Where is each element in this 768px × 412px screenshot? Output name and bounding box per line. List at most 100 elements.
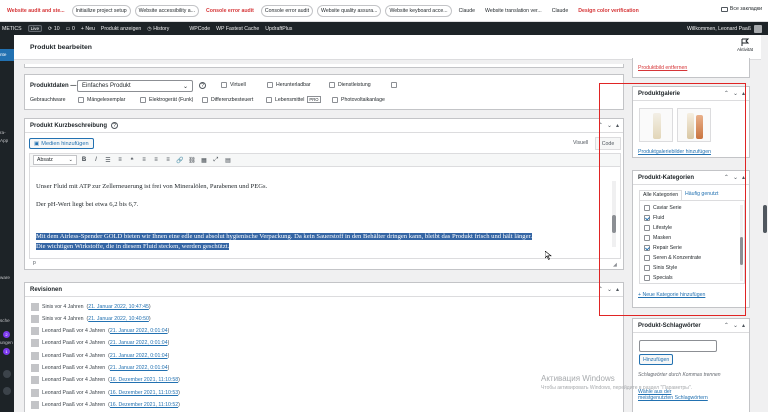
checkbox[interactable]	[140, 96, 146, 103]
option-differential-tax[interactable]: Differenzbesteuert	[202, 96, 266, 103]
panel-title: Revisionen	[30, 286, 63, 293]
page-header	[14, 35, 768, 60]
admin-menu-item[interactable]: sche	[0, 318, 14, 323]
admin-menu-item[interactable]: ra-	[0, 130, 14, 135]
fullscreen-icon[interactable]: ⤢	[211, 157, 221, 164]
link-icon[interactable]: 🔗	[175, 157, 185, 164]
align-center-icon[interactable]: ≡	[151, 157, 161, 163]
updraft-menu[interactable]: UpdraftPlus	[265, 26, 292, 32]
revision-date-link[interactable]: 21. Januar 2022, 0:01:04	[110, 365, 168, 371]
numbered-list-icon[interactable]: ≡	[115, 157, 125, 163]
checkbox[interactable]	[329, 82, 335, 88]
all-bookmarks-button[interactable]: Все закладки	[720, 6, 762, 12]
updates-icon[interactable]: ⟳ 10	[48, 26, 60, 32]
bookmark-item[interactable]: Console error audit	[260, 4, 314, 17]
bookmark-item[interactable]: Website audit and ste...	[4, 6, 68, 16]
format-select[interactable]: Absatz ⌄	[33, 155, 77, 165]
admin-menu-item-active[interactable]: nte	[0, 49, 14, 61]
toggle-arrow-icon[interactable]: ▴	[742, 322, 745, 329]
option-radio-device[interactable]: Elektrogerät (Funk)	[140, 96, 202, 103]
product-type-select[interactable]: Einfaches Produkt ⌄	[77, 80, 193, 92]
help-icon[interactable]: ?	[111, 122, 119, 129]
option-service[interactable]: Dienstleistung	[329, 82, 391, 88]
option-extra[interactable]	[391, 82, 401, 88]
revision-date-link[interactable]: 16. Dezember 2021, 11:10:52	[110, 402, 178, 408]
admin-menu-item[interactable]: App	[0, 138, 14, 143]
tab-visual[interactable]: Visuell	[573, 140, 588, 146]
option-defective[interactable]: Mängelexemplar	[78, 96, 140, 103]
activity-button[interactable]: Aktivität	[730, 38, 760, 52]
menu-icon[interactable]	[3, 387, 11, 395]
history-menu[interactable]: ◷ History	[147, 26, 169, 32]
option-virtual[interactable]: Virtuell	[221, 82, 267, 88]
unlink-icon[interactable]: ⛓	[187, 157, 197, 164]
chevron-down-icon[interactable]: ⌄	[733, 322, 738, 329]
comments-icon[interactable]: ▭ 0	[66, 26, 75, 32]
revision-date-link[interactable]: 21. Januar 2022, 10:40:50	[88, 316, 149, 322]
page-scrollbar[interactable]	[761, 35, 768, 412]
help-icon[interactable]: ?	[199, 82, 206, 89]
align-left-icon[interactable]: ≡	[139, 157, 149, 163]
element-path: p	[33, 260, 36, 266]
admin-menu-item[interactable]: ungen	[0, 340, 14, 345]
checkbox[interactable]	[202, 96, 208, 103]
bold-icon[interactable]: B	[79, 157, 89, 163]
new-menu[interactable]: + Neu	[81, 26, 95, 32]
tags-choose-link[interactable]: meistgenutzten Schlagwörtern	[638, 395, 708, 401]
toolbar-toggle-icon[interactable]: ▦	[199, 157, 209, 164]
add-media-button[interactable]: ▣ Medien hinzufügen	[29, 138, 94, 149]
revision-date-link[interactable]: 21. Januar 2022, 10:47:45	[88, 304, 149, 310]
wpcode-menu[interactable]: WPCode	[189, 26, 210, 32]
checkbox[interactable]	[391, 82, 397, 88]
align-right-icon[interactable]: ≡	[163, 157, 173, 163]
bookmark-item[interactable]: Initiailize project setup	[71, 4, 131, 17]
revision-date-link[interactable]: 21. Januar 2022, 0:01:04	[110, 353, 168, 359]
options-row-2: Gebrauchtware Mängelexemplar Elektrogerä…	[30, 96, 412, 103]
checkbox[interactable]	[78, 96, 84, 103]
revision-date-link[interactable]: 21. Januar 2022, 0:01:04	[110, 328, 168, 334]
quote-icon[interactable]: ❝	[127, 157, 137, 164]
remove-image-link[interactable]: Produktbild entfernen	[638, 65, 687, 71]
italic-icon[interactable]: I	[91, 157, 101, 163]
revision-date-link[interactable]: 21. Januar 2022, 0:01:04	[110, 340, 168, 346]
option-downloadable[interactable]: Herunterladbar	[267, 82, 329, 88]
option-label: Differenzbesteuert	[211, 96, 254, 103]
bookmark-item[interactable]: Website keyboard acce...	[385, 4, 452, 17]
bookmark-item[interactable]: Website quality assura...	[317, 4, 382, 17]
bookmark-item[interactable]: Website translation ver...	[482, 6, 545, 16]
bookmark-item[interactable]: Console error audit	[203, 6, 257, 16]
tag-input[interactable]	[639, 340, 717, 352]
option-food[interactable]: Lebensmittel PRO	[266, 96, 332, 103]
revision-author: Leonard Paaß vor 4 Jahren	[42, 328, 106, 335]
cache-menu[interactable]: WP Fastest Cache	[216, 26, 259, 32]
checkbox[interactable]	[267, 82, 273, 88]
option-label: Photovoltaikanlage	[341, 96, 385, 103]
admin-menu-item[interactable]: ware	[0, 275, 14, 280]
revision-date-link[interactable]: 16. Dezember 2021, 11:10:53	[110, 390, 178, 396]
add-tag-button[interactable]: Hinzufügen	[639, 354, 674, 365]
account-menu[interactable]: Willkommen, Leonard Paaß	[687, 22, 762, 35]
revision-author: Leonard Paaß vor 4 Jahren	[42, 365, 106, 371]
checkbox[interactable]	[332, 96, 338, 103]
editor-content[interactable]: Unser Fluid mit ATP zur Zellerneuerung i…	[29, 167, 621, 260]
bookmark-item[interactable]: Claude	[549, 6, 571, 16]
panel-controls: ⌃ ⌄ ▴	[724, 322, 745, 329]
option-label: Virtuell	[230, 82, 246, 88]
checkbox[interactable]	[266, 96, 272, 103]
option-photovoltaic[interactable]: Photovoltaikanlage	[332, 96, 412, 103]
revision-author: Leonard Paaß vor 4 Jahren	[42, 352, 106, 359]
revision-row: Leonard Paaß vor 4 Jahren(21. Januar 202…	[31, 350, 169, 361]
revision-date-link[interactable]: 16. Dezember 2021, 11:10:58	[110, 377, 178, 383]
table-icon[interactable]: ▤	[223, 157, 233, 164]
bookmark-item[interactable]: Website accessibility a...	[134, 4, 200, 17]
menu-icon[interactable]	[3, 370, 11, 378]
bullet-list-icon[interactable]: ☰	[103, 157, 113, 164]
bookmark-item[interactable]: Design color verification	[575, 6, 642, 16]
view-product-link[interactable]: Produkt anzeigen	[101, 26, 141, 32]
checkbox[interactable]	[221, 82, 227, 88]
site-name[interactable]: METICS	[2, 26, 22, 32]
bookmark-item[interactable]: Claude	[456, 6, 478, 16]
scrollbar-thumb[interactable]	[763, 205, 767, 233]
revision-author: Sinis vor 4 Jahren	[42, 303, 84, 310]
chevron-up-icon[interactable]: ⌃	[724, 322, 729, 329]
